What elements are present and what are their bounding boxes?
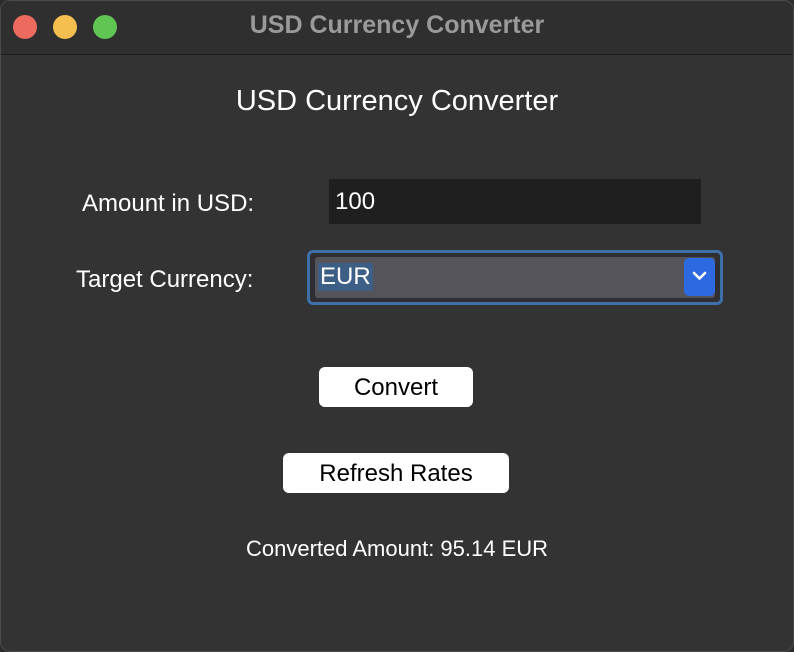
chevron-down-icon[interactable] bbox=[684, 258, 715, 296]
amount-input[interactable] bbox=[329, 179, 701, 224]
app-window: USD Currency Converter USD Currency Conv… bbox=[0, 0, 794, 652]
page-title: USD Currency Converter bbox=[235, 85, 559, 117]
target-currency-select[interactable]: EUR bbox=[307, 250, 723, 305]
amount-label: Amount in USD: bbox=[82, 190, 255, 217]
target-currency-label: Target Currency: bbox=[76, 266, 254, 293]
title-bar[interactable]: USD Currency Converter bbox=[1, 1, 793, 55]
convert-button[interactable]: Convert bbox=[319, 367, 473, 407]
select-field[interactable]: EUR bbox=[315, 257, 715, 298]
refresh-rates-button[interactable]: Refresh Rates bbox=[283, 453, 509, 493]
converted-amount-text: Converted Amount: 95.14 EUR bbox=[245, 536, 549, 561]
selected-currency: EUR bbox=[318, 263, 373, 291]
window-title: USD Currency Converter bbox=[249, 11, 545, 39]
